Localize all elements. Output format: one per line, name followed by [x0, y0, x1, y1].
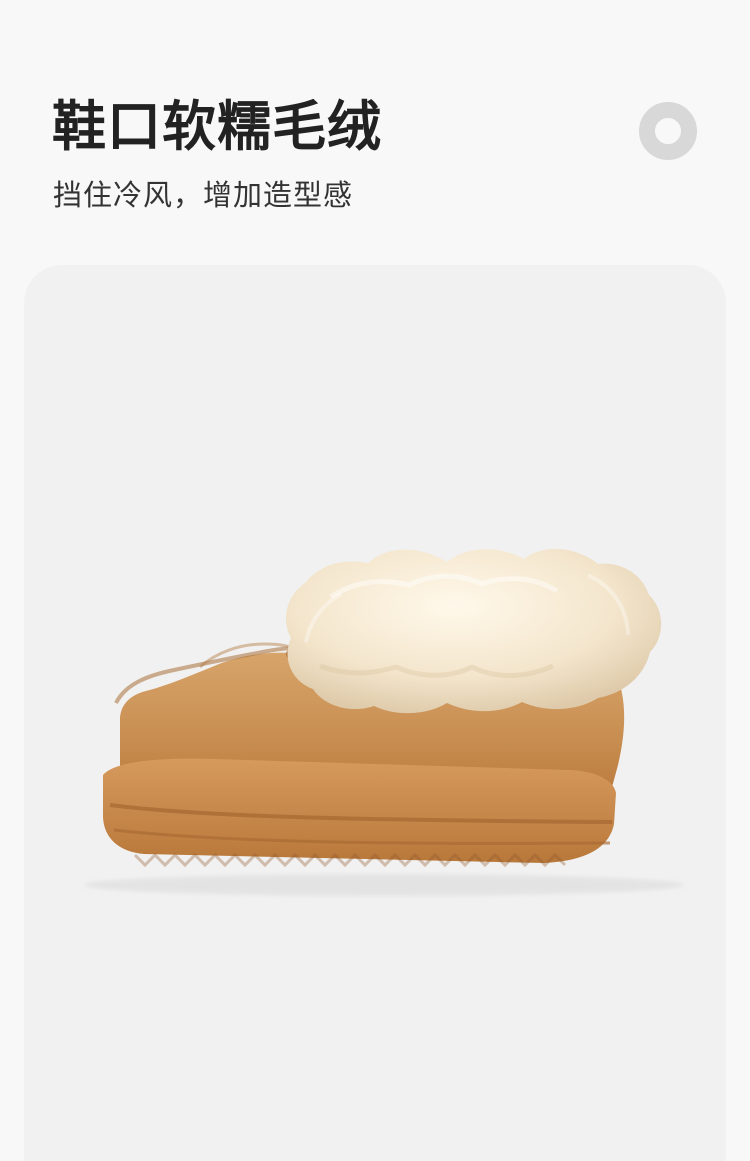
product-image-card [24, 265, 726, 1161]
page-subtitle: 挡住冷风，增加造型感 [53, 178, 354, 212]
ring-icon [639, 102, 697, 160]
product-detail-page: 鞋口软糯毛绒 挡住冷风，增加造型感 [0, 0, 750, 1161]
snow-boot-image [84, 548, 684, 896]
page-title: 鞋口软糯毛绒 [52, 95, 382, 158]
